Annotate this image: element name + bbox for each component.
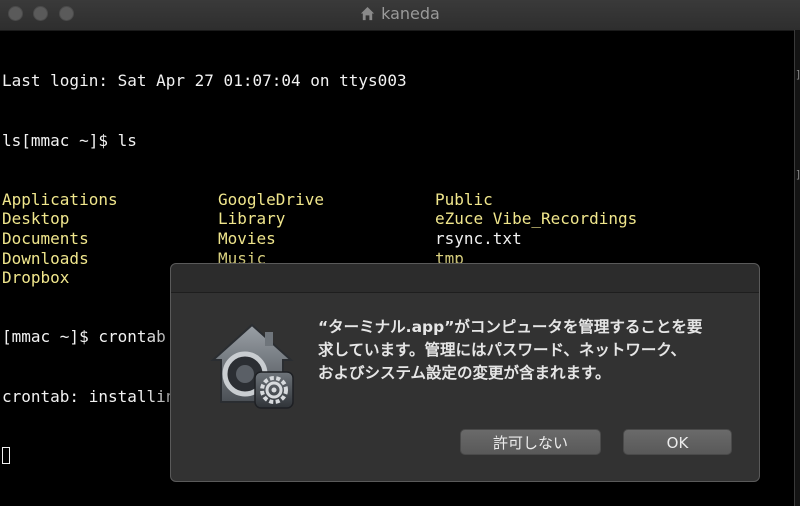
window-titlebar[interactable]: kaneda: [0, 0, 800, 31]
ls-directory-entry: Applications: [2, 189, 118, 209]
ls-row: Desktop Library eZuce Vibe_Recordings: [2, 209, 792, 229]
edge-bracket: ]: [795, 168, 800, 181]
ls-directory-entry: eZuce Vibe_Recordings: [435, 209, 638, 229]
text-cursor: [2, 446, 10, 464]
ls-directory-entry: Desktop: [2, 209, 70, 229]
ls-directory-entry: Documents: [2, 228, 89, 248]
ls-directory-entry: Public: [435, 189, 493, 209]
terminal-line: ls[mmac ~]$ ls: [2, 130, 137, 150]
security-house-gear-icon: [210, 323, 294, 409]
ls-row: Documents Movies rsync.txt: [2, 229, 792, 249]
background-window-edge: [794, 30, 800, 506]
home-icon: [361, 6, 375, 21]
edge-bracket: ]: [795, 68, 800, 81]
ls-directory-entry: Downloads: [2, 248, 89, 268]
ls-directory-entry: Movies: [218, 228, 276, 248]
ls-row: Applications GoogleDrive Public: [2, 190, 792, 210]
ls-directory-entry: Dropbox: [2, 268, 70, 288]
window-title-text: kaneda: [381, 4, 440, 23]
dialog-titlebar: [171, 264, 759, 293]
ls-directory-entry: GoogleDrive: [218, 189, 324, 209]
terminal-line: Last login: Sat Apr 27 01:07:04 on ttys0…: [2, 71, 407, 91]
deny-button[interactable]: 許可しない: [460, 429, 601, 455]
permission-dialog: “ターミナル.app”がコンピュータを管理することを要 求しています。管理にはパ…: [170, 263, 760, 482]
dialog-message: “ターミナル.app”がコンピュータを管理することを要 求しています。管理にはパ…: [318, 318, 703, 382]
window-title: kaneda: [0, 4, 800, 24]
ls-file-entry: rsync.txt: [435, 228, 522, 248]
ok-button[interactable]: OK: [623, 429, 732, 455]
ls-directory-entry: Library: [218, 209, 286, 229]
